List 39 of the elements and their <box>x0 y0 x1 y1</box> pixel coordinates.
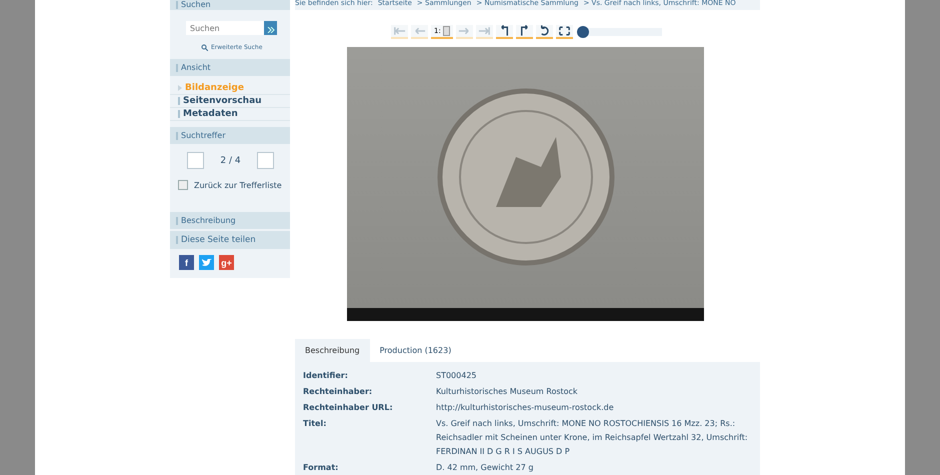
field-label: Rechteinhaber: <box>303 387 374 398</box>
field-value: http://kulturhistorisches-museum-rostock.de <box>436 402 615 414</box>
field-label: Format: <box>303 463 340 474</box>
field-value: ST000425 <box>436 370 478 382</box>
section-header: Suchtreffer <box>170 127 290 144</box>
slider-thumb[interactable] <box>576 26 589 38</box>
section-header: Suchen <box>170 0 290 10</box>
back-button[interactable] <box>178 180 188 190</box>
facebook-button[interactable]: f <box>179 255 194 270</box>
bird-icon[interactable] <box>199 255 214 270</box>
rotate-right-button[interactable] <box>516 24 533 39</box>
field-value: Kulturhistorisches Museum Rostock <box>436 386 579 398</box>
first-icon <box>393 24 406 37</box>
hit-counter: 2 / 4 <box>220 156 241 166</box>
field-label: Identifier: <box>303 371 349 382</box>
section-header: Ansicht <box>170 59 290 76</box>
rotate-left-button[interactable] <box>496 24 513 39</box>
search-field[interactable]: Suchen <box>186 21 264 35</box>
tab[interactable]: Beschreibung <box>295 339 370 362</box>
field-label: Titel: <box>303 419 328 430</box>
next-hit-button[interactable] <box>257 152 274 169</box>
field-value: D. 42 mm, Gewicht 27 g <box>436 462 534 474</box>
double-chevron-icon <box>266 27 274 33</box>
previous-hit-button[interactable] <box>187 152 204 169</box>
fullscreen-button[interactable] <box>556 24 573 39</box>
view-menu-item[interactable]: Seitenvorschau <box>170 95 290 108</box>
search-button[interactable] <box>264 21 277 35</box>
field-label: Rechteinhaber URL: <box>303 403 394 414</box>
section-header: Diese Seite teilen <box>170 231 290 249</box>
search-icon <box>201 44 208 51</box>
section-header: Beschreibung <box>170 212 290 229</box>
view-menu-item[interactable]: Metadaten <box>170 108 290 121</box>
fullscreen-icon <box>558 24 571 37</box>
back-to-results-link[interactable]: Zurück zur Trefferliste <box>194 180 282 190</box>
field-value: Vs. Greif nach links, Umschrift: MONE NO ROSTOCHIENSIS 16 Mzz. 23; Rs.: Reichsadler mit Scheinen unter Krone, im Reichsapfel Wertzahl 32, Umschrift: FERDINAN II D G R I S AUGUS D P <box>436 418 749 458</box>
last-icon <box>478 24 491 37</box>
reset-button[interactable] <box>536 24 553 39</box>
zoom-slider[interactable] <box>578 28 662 36</box>
googleplus-button[interactable]: g+ <box>219 255 234 270</box>
